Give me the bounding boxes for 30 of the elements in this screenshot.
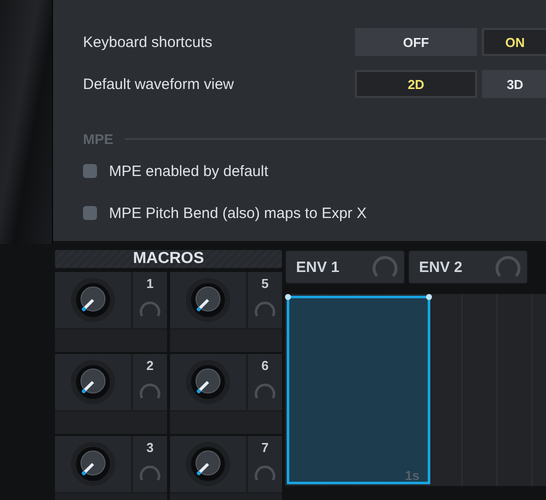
macro-number: 5 [261, 276, 269, 291]
toggle-option[interactable]: 3D [482, 70, 546, 98]
knob[interactable] [184, 278, 232, 322]
checkbox[interactable] [83, 206, 97, 220]
toggle-option[interactable]: 2D [355, 70, 477, 98]
macro-number: 7 [261, 440, 269, 455]
knob[interactable] [69, 278, 117, 322]
knob[interactable] [69, 360, 117, 404]
envelope-shape[interactable] [285, 294, 432, 484]
arc-icon [495, 255, 521, 279]
envelope-tab[interactable]: ENV 2 [408, 250, 528, 284]
checkbox-label: MPE enabled by default [109, 162, 268, 180]
checkbox-label: MPE Pitch Bend (also) maps to Expr X [109, 204, 367, 222]
setting-label: Keyboard shortcuts [83, 34, 214, 50]
section-heading: MPE [83, 131, 114, 147]
checkbox[interactable] [83, 164, 97, 178]
knob[interactable] [69, 442, 117, 486]
toggle-option[interactable]: ON [482, 28, 546, 56]
macro-number: 6 [261, 358, 269, 373]
macros-header: MACROS [55, 250, 282, 268]
time-label: 1s [405, 468, 420, 483]
knob[interactable] [184, 360, 232, 404]
setting-label: Default waveform view [83, 76, 235, 92]
macro-number: 2 [146, 358, 154, 373]
knob[interactable] [184, 442, 232, 486]
envelope-tab[interactable]: ENV 1 [285, 250, 405, 284]
macro-number: 3 [146, 440, 154, 455]
arc-icon [372, 255, 398, 279]
toggle-option[interactable]: OFF [355, 28, 477, 56]
macro-number: 1 [146, 276, 154, 291]
